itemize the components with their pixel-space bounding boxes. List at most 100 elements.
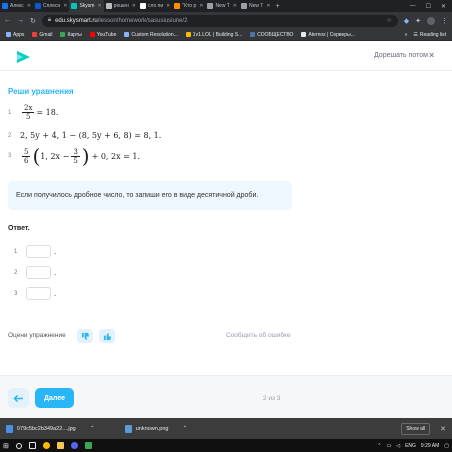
bookmark-apps[interactable]: Apps — [6, 32, 24, 38]
tab-close-icon[interactable]: ✕ — [27, 3, 31, 9]
skysmart-logo-accent — [17, 54, 23, 60]
show-all-button[interactable]: Show all — [401, 422, 431, 435]
tab-close-icon[interactable]: ✕ — [97, 3, 101, 9]
answer-input-2[interactable] — [26, 266, 51, 279]
equation-number: 3 — [8, 153, 12, 159]
url-host: edu.skysmart.ru — [55, 17, 98, 24]
dislike-button[interactable] — [77, 329, 93, 343]
tab-favicon-icon — [241, 3, 247, 9]
os-taskbar: ⊞ ⌃ ▭ ◁ ENG 9:29 AM ▢ — [0, 439, 452, 452]
close-downloads-icon[interactable]: ✕ — [440, 425, 446, 433]
bookmark-label: Gmail — [39, 31, 53, 38]
address-bar[interactable]: 🔒︎ edu.skysmart.ru/lesson/homework/sasus… — [41, 14, 398, 27]
chrome-icon[interactable] — [42, 442, 50, 449]
bookmark-gmail[interactable]: Gmail — [32, 32, 52, 38]
tab-close-icon[interactable]: ✕ — [266, 3, 270, 9]
bookmark-label: Карты — [67, 31, 82, 38]
task-title: Реши уравнения — [8, 87, 74, 96]
browser-tab[interactable]: сло пи ✕ — [138, 0, 172, 12]
bookmark-custom-resolution[interactable]: Custom Resolution... — [124, 32, 178, 38]
task-view-icon[interactable] — [28, 442, 36, 449]
chevron-up-icon[interactable]: ⌃ — [182, 425, 187, 432]
browser-tab[interactable]: New T ✕ — [205, 0, 239, 12]
browser-menu-icon[interactable]: ⋮ — [441, 17, 448, 25]
network-icon[interactable]: ▭ — [386, 443, 391, 449]
search-icon[interactable] — [15, 442, 22, 449]
tab-close-icon[interactable]: ✕ — [233, 3, 237, 9]
back-arrow-icon[interactable]: ← — [4, 17, 11, 24]
tab-favicon-icon — [207, 3, 214, 9]
equation-2: 2 2, 5y + 4, 1 − (8, 5y + 6, 8) = 8, 1. — [8, 131, 161, 140]
discord-icon[interactable] — [70, 442, 78, 449]
equation-text: 2, 5y + 4, 1 − (8, 5y + 6, 8) = 8, 1. — [20, 131, 162, 140]
tab-close-icon[interactable]: ✕ — [132, 3, 136, 9]
folder-icon[interactable] — [56, 442, 64, 449]
bookmark-star-icon[interactable]: ☆ — [386, 17, 391, 24]
fraction-numerator: 3 — [71, 147, 80, 157]
finish-later-button[interactable]: Дорешать потом — [374, 52, 428, 59]
bookmark-1v1lol[interactable]: 1v1.LOL | Building S... — [185, 31, 243, 38]
answer-label: Ответ. — [8, 225, 30, 232]
lesson-page: Дорешать потом ✕ Реши уравнения 1 2x 5 =… — [0, 41, 452, 418]
tab-close-icon[interactable]: ✕ — [199, 3, 203, 9]
tray-chevron-icon[interactable]: ⌃ — [377, 443, 381, 449]
reload-icon[interactable]: ↻ — [30, 17, 36, 25]
bookmarks-overflow-icon[interactable]: » — [405, 32, 408, 38]
answer-input-1[interactable] — [26, 245, 51, 258]
back-button[interactable] — [8, 388, 29, 408]
download-filename: 079c5bc2b349a22....jpg — [17, 425, 76, 432]
download-item[interactable]: 079c5bc2b349a22....jpg ⌃ — [6, 424, 115, 433]
browser-tab-active[interactable]: Skysm ✕ — [69, 0, 104, 12]
reading-list-button[interactable]: ☰ Reading list — [413, 32, 446, 38]
like-button[interactable] — [99, 329, 115, 343]
close-icon[interactable]: ✕ — [428, 51, 435, 60]
equation-rest: + 0, 2x = 1. — [91, 151, 141, 161]
language-indicator[interactable]: ENG — [405, 443, 416, 449]
browser-tab[interactable]: New T ✕ — [239, 0, 273, 12]
bookmark-label: 1v1.LOL | Building S... — [192, 31, 243, 38]
close-window-icon[interactable]: ✕ — [441, 3, 446, 10]
tab-favicon-icon — [174, 3, 181, 9]
clock[interactable]: 9:29 AM — [421, 443, 439, 449]
bookmark-community[interactable]: СООБЩЕСТВО — [250, 32, 293, 38]
browser-tab[interactable]: "Кто р ✕ — [172, 0, 205, 12]
volume-icon[interactable]: ◁ — [396, 443, 400, 449]
rate-exercise-label: Оцени упражнение — [8, 332, 66, 339]
download-filename: unknown.png — [135, 425, 169, 432]
maps-icon — [60, 32, 66, 37]
tab-close-icon[interactable]: ✕ — [166, 3, 170, 9]
report-error-link[interactable]: Сообщить об ошибке — [226, 332, 291, 339]
next-button[interactable]: Далее — [35, 388, 74, 408]
browser-tab[interactable]: Сплесн ✕ — [33, 0, 69, 12]
game-icon — [185, 32, 191, 37]
fraction: 3 5 — [71, 147, 80, 165]
maximize-icon[interactable]: ☐ — [426, 3, 431, 10]
tab-close-icon[interactable]: ✕ — [63, 3, 67, 9]
bookmark-aternos[interactable]: Aternos | Серверы... — [301, 31, 355, 38]
notifications-icon[interactable]: ▢ — [444, 443, 449, 449]
browser-tab[interactable]: Алекс ✕ — [0, 0, 33, 12]
app-icon[interactable] — [84, 442, 92, 449]
forward-arrow-icon[interactable]: → — [17, 17, 24, 24]
youtube-icon — [89, 32, 95, 37]
extension-icon[interactable]: ◆ — [404, 17, 409, 25]
bookmark-maps[interactable]: Карты — [60, 31, 82, 38]
download-item[interactable]: unknown.png ⌃ — [124, 424, 208, 433]
equation-3: 3 5 6 ( 1, 2x − 3 5 ) + 0, 2x = 1. — [8, 146, 141, 166]
profile-avatar[interactable] — [427, 16, 435, 25]
new-tab-icon[interactable]: + — [273, 3, 283, 10]
tab-favicon-icon — [140, 3, 146, 9]
browser-tab[interactable]: решен ✕ — [104, 0, 138, 12]
windows-start-icon[interactable]: ⊞ — [3, 442, 9, 450]
minimize-icon[interactable]: — — [410, 3, 416, 10]
apps-grid-icon — [6, 32, 11, 37]
fraction-denominator: 6 — [24, 156, 29, 165]
lock-icon[interactable]: 🔒︎ — [48, 17, 51, 24]
bookmark-youtube[interactable]: YouTube — [89, 32, 116, 38]
browser-tab-strip: Алекс ✕ Сплесн ✕ Skysm ✕ решен ✕ сло пи ✕ "Кт… — [0, 0, 452, 12]
chevron-up-icon[interactable]: ⌃ — [90, 425, 95, 432]
tab-label: New T — [249, 3, 264, 9]
extensions-puzzle-icon[interactable]: ✦ — [415, 17, 421, 25]
bookmark-label: Aternos | Серверы... — [308, 31, 355, 38]
answer-input-3[interactable] — [26, 287, 51, 300]
